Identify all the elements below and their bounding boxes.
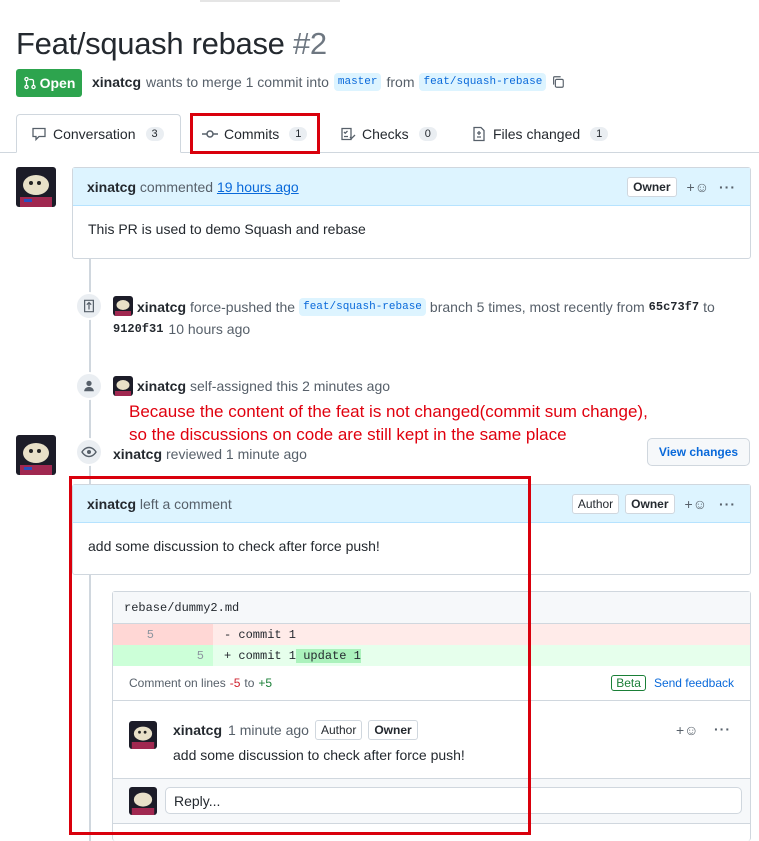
more-options-icon[interactable]: ···	[719, 496, 736, 512]
add-reaction-icon[interactable]: +☺	[676, 722, 698, 738]
checklist-icon	[341, 127, 356, 140]
avatar[interactable]	[16, 435, 56, 475]
comment-icon	[32, 127, 46, 141]
force-push-line2: 9120f31 10 hours ago	[113, 321, 250, 337]
add-reaction-icon[interactable]: +☺	[687, 179, 709, 195]
commits-highlight-box	[190, 113, 320, 154]
event-author[interactable]: xinatcg	[113, 446, 162, 462]
annotation-line: Because the content of the feat is not c…	[129, 402, 648, 421]
first-comment: xinatcg commented 19 hours ago Owner +☺ …	[72, 167, 751, 259]
pr-number: #2	[292, 26, 327, 61]
comment-author[interactable]: xinatcg	[87, 179, 136, 195]
more-options-icon[interactable]: ···	[714, 721, 731, 737]
file-diff-icon	[473, 126, 485, 141]
eye-icon	[81, 446, 97, 458]
push-badge	[75, 292, 103, 320]
tab-counter: 1	[590, 126, 609, 141]
owner-label: Owner	[625, 493, 675, 514]
annotation-text: Because the content of the feat is not c…	[129, 400, 648, 446]
author-label: Author	[571, 493, 620, 514]
annotation-line: so the discussions on code are still kep…	[129, 425, 567, 444]
tab-counter: 0	[418, 126, 437, 141]
tab-checks[interactable]: Checks 0	[340, 114, 437, 153]
review-event-text: xinatcg reviewed 1 minute ago	[113, 446, 307, 462]
assign-event-text: xinatcg self-assigned this 2 minutes ago	[137, 378, 390, 394]
avatar-image	[113, 376, 133, 396]
tab-files-changed[interactable]: Files changed 1	[471, 114, 609, 153]
review-badge	[75, 438, 103, 466]
review-highlight-box	[69, 476, 531, 835]
view-changes-button[interactable]: View changes	[647, 438, 750, 466]
avatar[interactable]	[113, 376, 133, 396]
from-sha[interactable]: 65c73f7	[649, 300, 699, 314]
comment-body: This PR is used to demo Squash and rebas…	[88, 221, 366, 237]
assign-badge	[75, 372, 103, 400]
event-branch[interactable]: feat/squash-rebase	[299, 298, 426, 316]
event-author[interactable]: xinatcg	[137, 299, 186, 315]
person-icon	[84, 380, 94, 392]
tab-conversation[interactable]: Conversation 3	[16, 114, 181, 153]
page-title: Feat/squash rebase #2	[16, 26, 327, 61]
event-text: self-assigned this 2 minutes ago	[190, 378, 391, 394]
avatar[interactable]	[113, 296, 133, 316]
tab-label: Files changed	[493, 125, 581, 142]
force-push-line1: xinatcg force-pushed the feat/squash-reb…	[137, 298, 715, 316]
status-badge: Open	[16, 69, 82, 97]
tab-label: Checks	[362, 125, 409, 142]
event-text: reviewed 1 minute ago	[166, 446, 307, 462]
comment-header: xinatcg commented 19 hours ago Owner +☺ …	[73, 168, 750, 206]
top-border	[200, 0, 340, 2]
repo-push-icon	[84, 299, 94, 313]
event-author[interactable]: xinatcg	[137, 378, 186, 394]
from-text: from	[386, 74, 415, 90]
head-branch[interactable]: feat/squash-rebase	[419, 73, 547, 91]
avatar-image	[113, 296, 133, 316]
avatar-image	[16, 435, 56, 475]
status-label: Open	[39, 75, 76, 91]
comment-action: commented	[139, 178, 214, 195]
send-feedback-link[interactable]: Send feedback	[654, 676, 734, 690]
more-options-icon[interactable]: ···	[719, 179, 736, 195]
beta-label: Beta	[611, 675, 646, 691]
comment-time[interactable]: 19 hours ago	[217, 179, 299, 195]
add-reaction-icon[interactable]: +☺	[685, 496, 707, 512]
event-text: to	[703, 299, 715, 315]
to-sha[interactable]: 9120f31	[113, 322, 163, 336]
tab-label: Conversation	[53, 125, 136, 142]
pull-request-icon	[23, 76, 36, 90]
merge-text: wants to merge 1 commit into	[146, 74, 329, 90]
pr-author[interactable]: xinatcg	[92, 74, 141, 90]
pr-meta: xinatcg wants to merge 1 commit into mas…	[92, 73, 565, 91]
base-branch[interactable]: master	[333, 73, 382, 91]
event-time[interactable]: 10 hours ago	[168, 321, 250, 337]
avatar[interactable]	[16, 167, 56, 207]
avatar-image	[16, 167, 56, 207]
event-text: force-pushed the	[190, 299, 296, 315]
event-text: branch 5 times, most recently from	[429, 299, 645, 315]
copy-icon[interactable]	[551, 75, 565, 89]
tab-counter: 3	[145, 126, 164, 141]
owner-label: Owner	[627, 176, 677, 197]
